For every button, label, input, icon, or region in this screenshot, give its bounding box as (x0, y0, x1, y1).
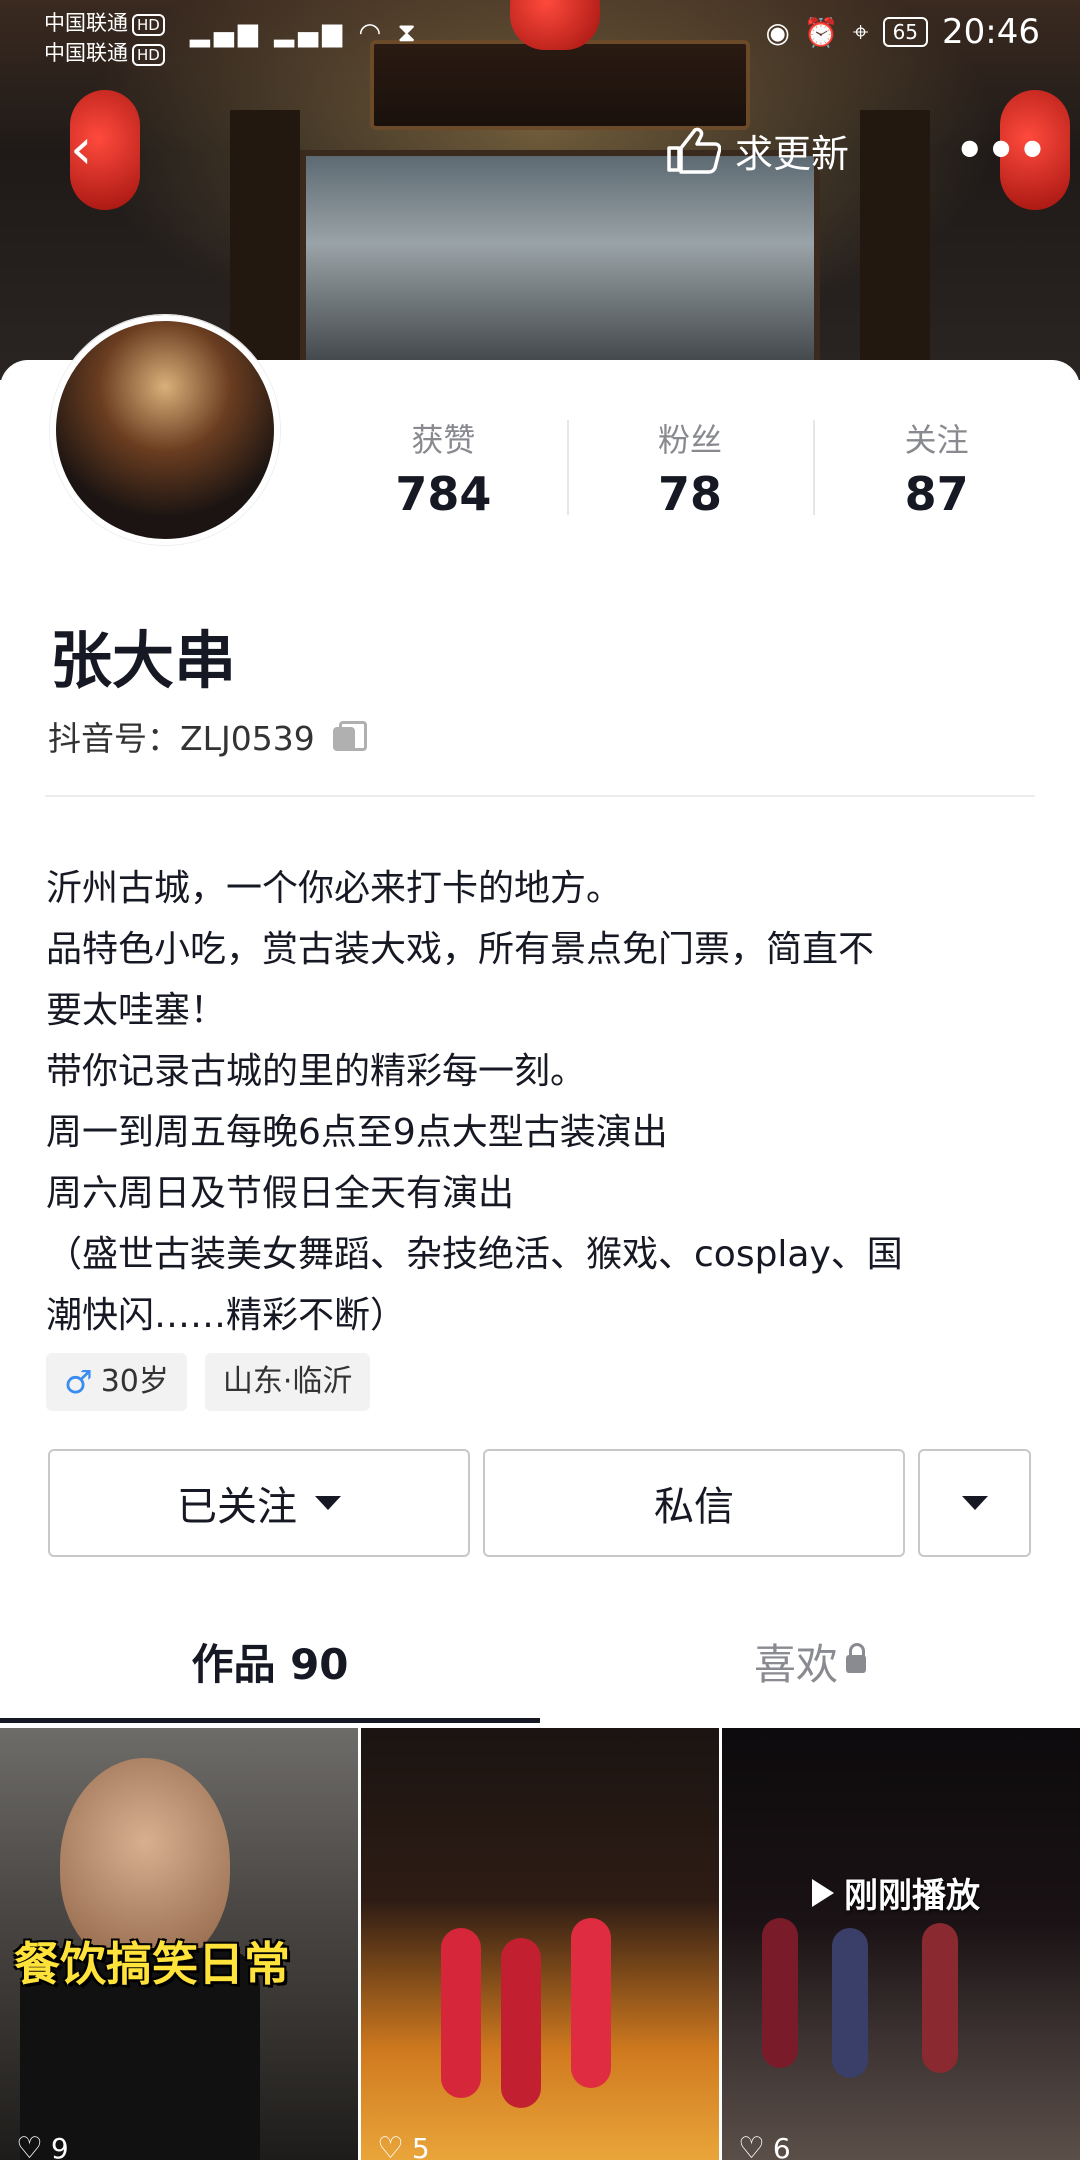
stat-label: 粉丝 (658, 421, 723, 459)
request-update-button[interactable]: 求更新 (665, 118, 849, 182)
heart-icon: ♡ (377, 2131, 404, 2160)
bio-line: 潮快闪……精彩不断） (46, 1295, 407, 1336)
recommend-toggle-button[interactable] (918, 1449, 1031, 1557)
bio-line: （盛世古装美女舞蹈、杂技绝活、猴戏、cosplay、国 (46, 1234, 903, 1275)
stat-label: 获赞 (411, 421, 476, 459)
clock: 20:46 (942, 12, 1040, 52)
stat-following[interactable]: 关注 87 (813, 420, 1060, 530)
video-likes: ♡ 5 (377, 2131, 430, 2160)
status-right: ◉ ⏰ ⌖ 65 20:46 (765, 12, 1040, 52)
back-button[interactable]: ‹ (70, 120, 110, 180)
hd-badge: HD (132, 44, 165, 66)
stat-label: 关注 (904, 421, 969, 459)
location-tag: 山东·临沂 (204, 1353, 371, 1411)
tab-likes-label: 喜欢 (753, 1640, 838, 1689)
alarm-icon: ⏰ (803, 15, 839, 49)
message-button[interactable]: 私信 (483, 1449, 905, 1557)
divider (45, 795, 1035, 797)
thumbnail-dancer (501, 1938, 541, 2108)
profile-name: 张大串 (50, 624, 237, 697)
stat-likes[interactable]: 获赞 784 (320, 420, 567, 530)
video-like-count: 5 (411, 2132, 430, 2160)
video-thumbnail[interactable]: 餐饮搞笑日常 ♡ 9 (0, 1728, 358, 2160)
carrier-2: 中国联通 (44, 41, 128, 65)
carrier-1: 中国联通 (44, 11, 128, 35)
thumbnail-dancer (832, 1928, 868, 2078)
chevron-left-icon: ‹ (70, 117, 93, 182)
followed-button[interactable]: 已关注 (48, 1449, 470, 1557)
bio-line: 周一到周五每晚6点至9点大型古装演出 (46, 1112, 668, 1153)
stat-value: 784 (395, 467, 492, 521)
bio-line: 要太哇塞！ (46, 990, 227, 1031)
video-thumbnail[interactable]: ♡ 5 (361, 1728, 719, 2160)
video-likes: ♡ 9 (16, 2131, 69, 2160)
message-label: 私信 (654, 1484, 734, 1530)
hd-badge: HD (132, 14, 165, 36)
shop-front (300, 150, 820, 380)
carrier-info: 中国联通 HD 中国联通 HD (44, 8, 165, 68)
video-thumbnail[interactable]: 刚刚播放 ♡ 6 (722, 1728, 1080, 2160)
heart-icon: ♡ (738, 2131, 765, 2160)
age-tag: ♂ 30岁 (46, 1353, 187, 1411)
video-like-count: 9 (50, 2132, 69, 2160)
video-grid: 餐饮搞笑日常 ♡ 9 ♡ 5 刚刚播放 ♡ 6 (0, 1728, 1080, 2160)
video-caption: 餐饮搞笑日常 (14, 1937, 290, 1991)
content-tabs: 作品 90 喜欢 (0, 1620, 1080, 1720)
tab-works[interactable]: 作品 90 (0, 1620, 540, 1720)
avatar[interactable] (50, 315, 280, 545)
copy-icon[interactable] (332, 721, 367, 751)
heart-icon: ♡ (16, 2131, 43, 2160)
age-label: 30岁 (100, 1364, 169, 1399)
just-played-label: 刚刚播放 (844, 1876, 980, 1916)
battery-icon: 65 (882, 17, 929, 47)
bio-line: 沂州古城，一个你必来打卡的地方。 (46, 868, 623, 909)
location-label: 山东·临沂 (222, 1364, 353, 1399)
play-icon (812, 1878, 834, 1907)
bio-line: 品特色小吃，赏古装大戏，所有景点免门票，简直不 (46, 929, 875, 970)
more-icon: ••• (955, 123, 1050, 177)
thumbnail-dancer (441, 1928, 481, 2098)
stat-value: 78 (658, 467, 723, 521)
followed-label: 已关注 (177, 1484, 297, 1530)
just-played-badge: 刚刚播放 (812, 1868, 980, 1917)
bio-line: 带你记录古城的里的精彩每一刻。 (46, 1051, 587, 1092)
profile-tags: ♂ 30岁 山东·临沂 (46, 1353, 371, 1411)
tab-works-label: 作品 90 (191, 1640, 349, 1689)
stat-value: 87 (904, 467, 969, 521)
douyin-id: 抖音号：ZLJ0539 (48, 719, 315, 758)
stats-bar: 获赞 784 粉丝 78 关注 87 (320, 420, 1060, 530)
male-icon: ♂ (64, 1363, 93, 1401)
video-like-count: 6 (772, 2132, 791, 2160)
thumbnail-dancer (762, 1918, 798, 2068)
lock-icon (846, 1642, 866, 1673)
request-update-label: 求更新 (735, 131, 850, 176)
thumbnail-dancer (571, 1918, 611, 2088)
pillar-left (230, 110, 300, 380)
signal-icon: ▂▄▆ ▂▄▆ ◠ ⧗ (190, 18, 420, 48)
tab-likes[interactable]: 喜欢 (540, 1620, 1080, 1720)
thumbnail-dancer (922, 1923, 958, 2073)
pointing-hand-icon (667, 127, 721, 174)
douyin-id-row: 抖音号：ZLJ0539 (48, 712, 367, 760)
more-options-button[interactable]: ••• (955, 118, 1047, 182)
pillar-right (860, 110, 930, 380)
location-icon: ⌖ (852, 15, 869, 48)
video-likes: ♡ 6 (738, 2131, 791, 2160)
eye-icon: ◉ (765, 15, 790, 49)
status-bar: 中国联通 HD 中国联通 HD ▂▄▆ ▂▄▆ ◠ ⧗ ◉ ⏰ ⌖ 65 20:46 (0, 0, 1080, 70)
profile-bio: 沂州古城，一个你必来打卡的地方。 品特色小吃，赏古装大戏，所有景点免门票，简直不… (46, 858, 1046, 1346)
action-buttons: 已关注 私信 (48, 1449, 1032, 1557)
caret-down-icon (315, 1496, 341, 1510)
stat-followers[interactable]: 粉丝 78 (566, 420, 814, 530)
tab-indicator (0, 1718, 540, 1723)
bio-line: 周六周日及节假日全天有演出 (46, 1173, 515, 1214)
caret-down-icon (961, 1496, 988, 1510)
